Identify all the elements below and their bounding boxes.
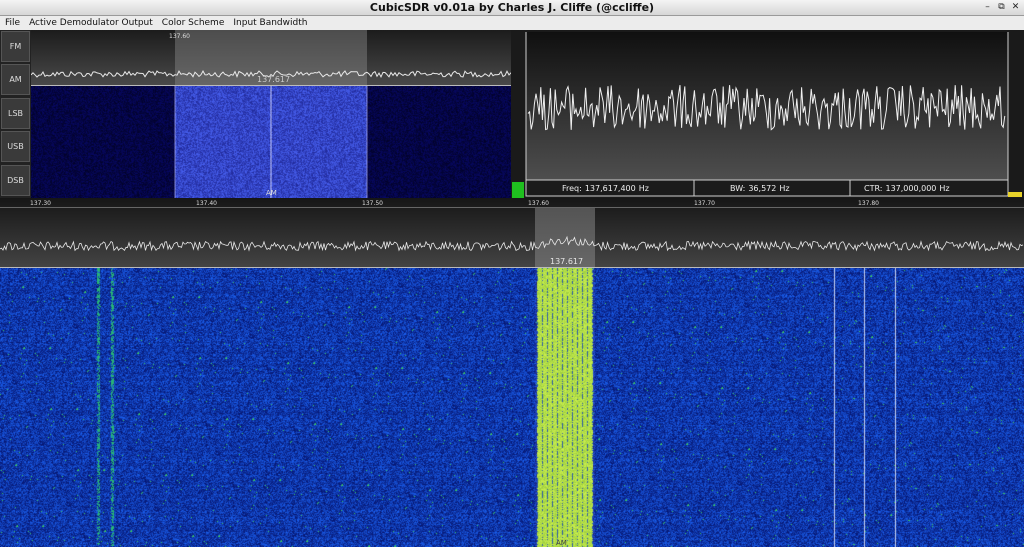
readout-frequency: Freq: 137,617,400 Hz (562, 180, 652, 196)
mode-lsb-button[interactable]: LSB (1, 98, 30, 129)
mode-am-button[interactable]: AM (1, 64, 30, 95)
top-panel: FM AM LSB USB DSB 137.60 137.617 AM Freq… (0, 30, 1024, 198)
demod-spectrum[interactable]: 137.60 137.617 (31, 30, 511, 86)
menu-color-scheme[interactable]: Color Scheme (157, 18, 229, 28)
gain-level-indicator[interactable] (1008, 192, 1022, 197)
demod-zoom-view[interactable]: 137.60 137.617 AM (31, 30, 511, 198)
readout-bw-unit: Hz (779, 183, 790, 193)
waterfall-selection (535, 268, 595, 547)
scope-plot-area (526, 32, 1008, 180)
window-controls: – ⧉ ✕ (982, 2, 1021, 13)
spectrum-freq-label: 137.617 (550, 257, 583, 266)
mode-usb-button[interactable]: USB (1, 131, 30, 162)
mode-dsb-button[interactable]: DSB (1, 165, 30, 196)
demod-mode-selector: FM AM LSB USB DSB (0, 30, 31, 198)
spectrum-tick-label: 137.30 (30, 200, 51, 207)
menu-active-demodulator-output[interactable]: Active Demodulator Output (24, 18, 157, 28)
readout-freq-unit: Hz (638, 183, 649, 193)
title-bar: CubicSDR v0.01a by Charles J. Cliffe (@c… (0, 0, 1024, 16)
readout-bw-label: BW: (730, 183, 746, 193)
spectrum-tick-label: 137.50 (362, 200, 383, 207)
demod-waterfall-overlay: AM (174, 86, 368, 198)
demod-freq-label: 137.617 (257, 75, 290, 84)
waterfall-overlay: AM (535, 268, 595, 547)
audio-level-meter (512, 182, 524, 198)
cubicsdr-window: CubicSDR v0.01a by Charles J. Cliffe (@c… (0, 0, 1024, 547)
readout-bw-value: 36,572 (748, 183, 777, 193)
readout-bandwidth: BW: 36,572 Hz (730, 180, 793, 196)
main-spectrum[interactable]: 137.30 137.40 137.50 137.60 137.70 137.8… (0, 198, 1024, 268)
demod-mode-label: AM (266, 189, 277, 197)
readout-freq-value: 137,617,400 (584, 183, 636, 193)
close-icon[interactable]: ✕ (1010, 2, 1021, 13)
menu-bar: File Active Demodulator Output Color Sch… (0, 16, 1024, 30)
spectrum-tick-label: 137.80 (858, 200, 879, 207)
mode-fm-button[interactable]: FM (1, 31, 30, 62)
menu-input-bandwidth[interactable]: Input Bandwidth (228, 18, 311, 28)
waterfall-mode-label: AM (556, 539, 567, 547)
readout-ctr-unit: Hz (939, 183, 950, 193)
audio-scope (512, 30, 1024, 198)
menu-file[interactable]: File (0, 18, 24, 28)
spectrum-tick-label: 137.60 (528, 200, 549, 207)
readout-freq-label: Freq: (562, 183, 582, 193)
readout-center: CTR: 137,000,000 Hz (864, 180, 953, 196)
window-title: CubicSDR v0.01a by Charles J. Cliffe (@c… (369, 1, 655, 14)
spectrum-bg (0, 198, 1024, 268)
readout-ctr-value: 137,000,000 (885, 183, 937, 193)
demod-tick-label: 137.60 (169, 33, 190, 40)
maximize-icon[interactable]: ⧉ (996, 2, 1007, 13)
audio-scope-panel: Freq: 137,617,400 Hz BW: 36,572 Hz CTR: … (512, 30, 1024, 198)
minimize-icon[interactable]: – (982, 2, 993, 13)
spectrum-tick-label: 137.40 (196, 200, 217, 207)
readout-ctr-label: CTR: (864, 183, 883, 193)
spectrum-tick-label: 137.70 (694, 200, 715, 207)
